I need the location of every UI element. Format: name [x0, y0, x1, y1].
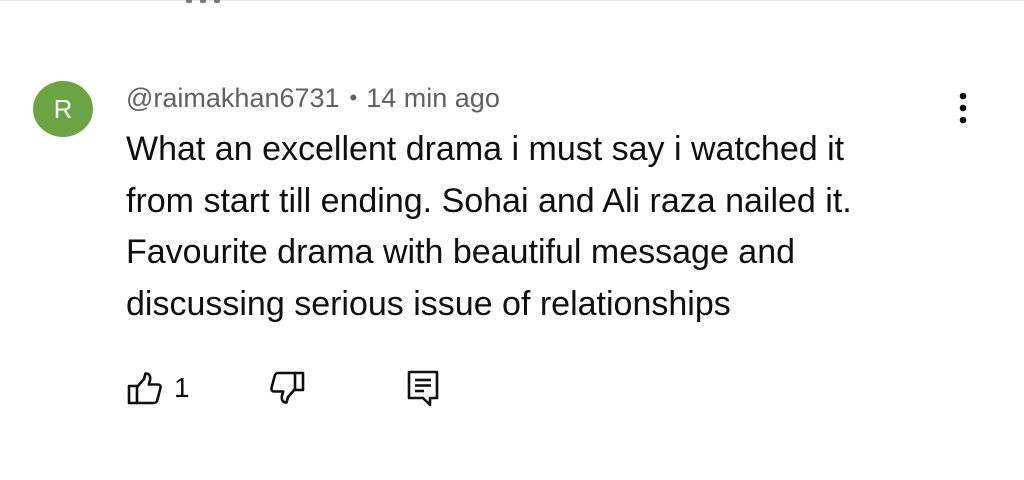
dislike-button[interactable]: [270, 368, 306, 408]
comment-text-line: discussing serious issue of relationship…: [126, 284, 731, 323]
like-button[interactable]: 1: [126, 368, 190, 408]
more-vertical-icon: [959, 92, 967, 124]
avatar[interactable]: R: [33, 81, 93, 137]
comment-text: What an excellent drama i must say i wat…: [126, 124, 926, 330]
comment-text-line: Favourite drama with beautiful message a…: [126, 233, 796, 271]
meta-separator: •: [349, 85, 358, 110]
reply-button[interactable]: [406, 368, 440, 408]
comment: R @raimakhan6731 • 14 min ago What an ex…: [0, 0, 1024, 480]
comment-timestamp[interactable]: 14 min ago: [366, 83, 500, 114]
author-handle[interactable]: @raimakhan6731: [126, 83, 340, 114]
comment-text-line: What an excellent drama i must say i wat…: [126, 130, 845, 168]
thumb-up-icon: [127, 372, 162, 405]
reply-comment-icon: [407, 370, 439, 407]
thumb-down-icon: [270, 371, 305, 404]
comment-page: R @raimakhan6731 • 14 min ago What an ex…: [0, 0, 1024, 480]
more-options-button[interactable]: [948, 86, 978, 130]
comment-meta: @raimakhan6731 • 14 min ago: [126, 82, 500, 114]
comment-actions: 1: [126, 368, 486, 408]
comment-text-line: from start till ending. Sohai and Ali ra…: [126, 181, 852, 220]
avatar-letter: R: [53, 94, 73, 124]
like-count: 1: [174, 372, 190, 403]
